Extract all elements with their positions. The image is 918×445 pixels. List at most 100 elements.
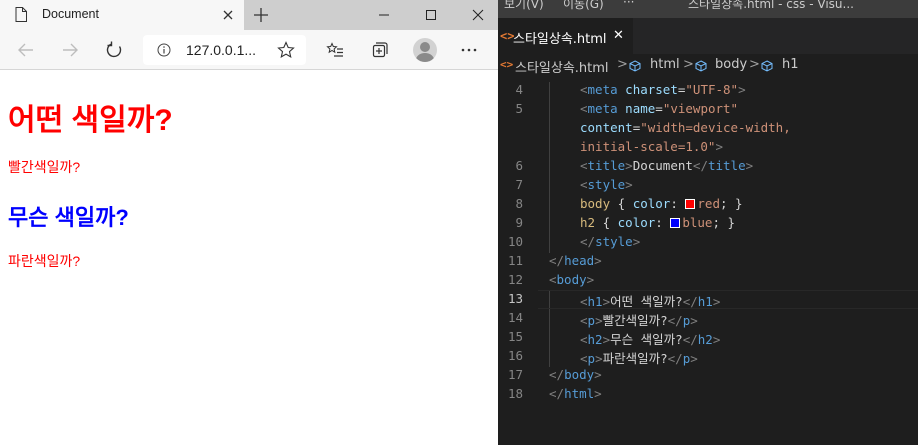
code-line[interactable]: content="width=device-width, bbox=[498, 120, 918, 139]
code-token: name bbox=[625, 101, 656, 116]
breadcrumb-h1[interactable]: h1 bbox=[782, 57, 799, 72]
address-bar[interactable]: 127.0.0.1... bbox=[143, 35, 306, 65]
code-line[interactable]: 13 <h1>어떤 색일까?</h1> bbox=[498, 291, 918, 310]
code-text: </style> bbox=[580, 234, 640, 249]
favorites-icon[interactable] bbox=[325, 40, 345, 60]
minimize-icon bbox=[379, 14, 389, 16]
code-line[interactable]: 9 h2 { color: blue; } bbox=[498, 215, 918, 234]
forward-arrow-icon[interactable] bbox=[60, 40, 80, 60]
close-icon[interactable] bbox=[221, 8, 235, 22]
code-text: <p>파란색일까?</p> bbox=[580, 348, 698, 367]
breadcrumb-file[interactable]: 스타일상속.html bbox=[515, 57, 609, 76]
window-close-button[interactable] bbox=[458, 0, 498, 30]
code-text: <p>빨간색일까?</p> bbox=[580, 310, 698, 329]
code-token: < bbox=[580, 82, 588, 97]
breadcrumb-body[interactable]: body bbox=[715, 57, 747, 72]
code-line[interactable]: 5 <meta name="viewport" bbox=[498, 101, 918, 120]
info-icon[interactable] bbox=[157, 43, 171, 57]
avatar-head bbox=[420, 42, 430, 52]
code-token: < bbox=[580, 101, 588, 116]
window-title: 스타일상속.html - css - Visu... bbox=[688, 0, 854, 11]
code-token: 빨간색일까? bbox=[602, 313, 668, 328]
page-content: 어떤 색일까? 빨간색일까? 무슨 색일까? 파란색일까? bbox=[0, 71, 498, 445]
star-icon[interactable] bbox=[277, 41, 295, 59]
browser-tab-strip: Document bbox=[0, 0, 498, 30]
breadcrumb: <> 스타일상속.html > html > body > h1 bbox=[498, 54, 918, 76]
back-arrow-icon[interactable] bbox=[16, 40, 36, 60]
code-text: <meta charset="UTF-8"> bbox=[580, 82, 746, 97]
code-token: > bbox=[602, 294, 611, 309]
code-line[interactable]: 10 </style> bbox=[498, 234, 918, 253]
menu-more[interactable]: ··· bbox=[623, 0, 634, 9]
code-token: > bbox=[715, 139, 723, 154]
code-token: charset bbox=[625, 82, 678, 97]
code-token: ; } bbox=[719, 196, 743, 211]
code-token: content bbox=[580, 120, 633, 135]
code-line[interactable]: 11 </head> bbox=[498, 253, 918, 272]
editor-tabs: <> 스타일상속.html ✕ bbox=[498, 18, 918, 54]
menu-go[interactable]: 이동(G) bbox=[563, 0, 604, 12]
code-text: <h2>무슨 색일까?</h2> bbox=[580, 329, 720, 348]
code-token: > bbox=[712, 332, 721, 347]
new-tab-icon[interactable] bbox=[252, 6, 270, 24]
editor-tab-label: 스타일상속.html bbox=[513, 32, 607, 47]
minimize-button[interactable] bbox=[364, 0, 404, 30]
code-line[interactable]: 17 </body> bbox=[498, 367, 918, 386]
code-token: 파란색일까? bbox=[602, 351, 668, 366]
code-text: </body> bbox=[549, 367, 602, 382]
code-token: > bbox=[594, 367, 602, 382]
close-icon[interactable]: ✕ bbox=[613, 28, 624, 43]
heading-h2: 무슨 색일까? bbox=[8, 205, 129, 230]
code-token: p bbox=[587, 313, 596, 328]
code-line[interactable]: 15 <h2>무슨 색일까?</h2> bbox=[498, 329, 918, 348]
maximize-button[interactable] bbox=[411, 0, 451, 30]
code-line[interactable]: 12 <body> bbox=[498, 272, 918, 291]
code-text: </html> bbox=[549, 386, 602, 401]
code-token: head bbox=[564, 253, 595, 268]
code-token: h2 bbox=[580, 215, 596, 230]
code-token: color bbox=[617, 215, 656, 230]
code-token: : bbox=[670, 196, 686, 211]
code-line[interactable]: 8 body { color: red; } bbox=[498, 196, 918, 215]
code-token: </ bbox=[682, 332, 698, 347]
code-token: </ bbox=[667, 351, 683, 366]
code-token: > bbox=[738, 82, 746, 97]
refresh-icon[interactable] bbox=[104, 40, 124, 60]
code-line[interactable]: 6 <title>Document</title> bbox=[498, 158, 918, 177]
line-number: 5 bbox=[515, 101, 523, 116]
color-swatch-icon[interactable] bbox=[685, 199, 696, 209]
code-line[interactable]: 18 </html> bbox=[498, 386, 918, 405]
code-token: { bbox=[595, 215, 618, 230]
collections-icon[interactable] bbox=[369, 40, 389, 60]
code-token: Document bbox=[632, 158, 693, 173]
browser-tab[interactable]: Document bbox=[0, 0, 244, 30]
color-swatch-icon[interactable] bbox=[670, 218, 681, 228]
breadcrumb-html[interactable]: html bbox=[650, 57, 680, 72]
code-token: > bbox=[745, 158, 754, 173]
code-line[interactable]: 4 <meta charset="UTF-8"> bbox=[498, 82, 918, 101]
code-token: h2 bbox=[697, 332, 713, 347]
browser-window: Document 127.0.0.1... 어떤 색일까? 빨간색일까? 무슨 … bbox=[0, 0, 498, 445]
html-file-icon: <> bbox=[500, 58, 514, 71]
menu-view[interactable]: 보기(V) bbox=[504, 0, 544, 12]
avatar[interactable] bbox=[413, 38, 437, 62]
code-area[interactable]: 4 <meta charset="UTF-8"> 5 <meta name="view… bbox=[498, 76, 918, 445]
more-icon[interactable] bbox=[459, 40, 479, 60]
code-line[interactable]: 14 <p>빨간색일까?</p> bbox=[498, 310, 918, 329]
code-line[interactable]: initial-scale=1.0"> bbox=[498, 139, 918, 158]
code-token: meta bbox=[587, 101, 618, 116]
line-number: 9 bbox=[515, 215, 523, 230]
code-token: 어떤 색일까? bbox=[610, 294, 683, 309]
editor-tab[interactable]: <> 스타일상속.html ✕ bbox=[498, 18, 633, 54]
code-token: 무슨 색일까? bbox=[610, 332, 683, 347]
code-line[interactable]: 16 <p>파란색일까?</p> bbox=[498, 348, 918, 367]
code-line[interactable]: 7 <style> bbox=[498, 177, 918, 196]
code-token: > bbox=[595, 313, 603, 328]
code-token: > bbox=[690, 313, 698, 328]
code-text: body { color: red; } bbox=[580, 196, 743, 211]
code-editor: 보기(V) 이동(G) ··· 스타일상속.html - css - Visu.… bbox=[498, 0, 918, 445]
code-token: </ bbox=[549, 367, 565, 382]
line-number: 18 bbox=[507, 386, 523, 401]
url-text[interactable]: 127.0.0.1... bbox=[186, 42, 256, 58]
code-text: content="width=device-width, bbox=[580, 120, 791, 135]
